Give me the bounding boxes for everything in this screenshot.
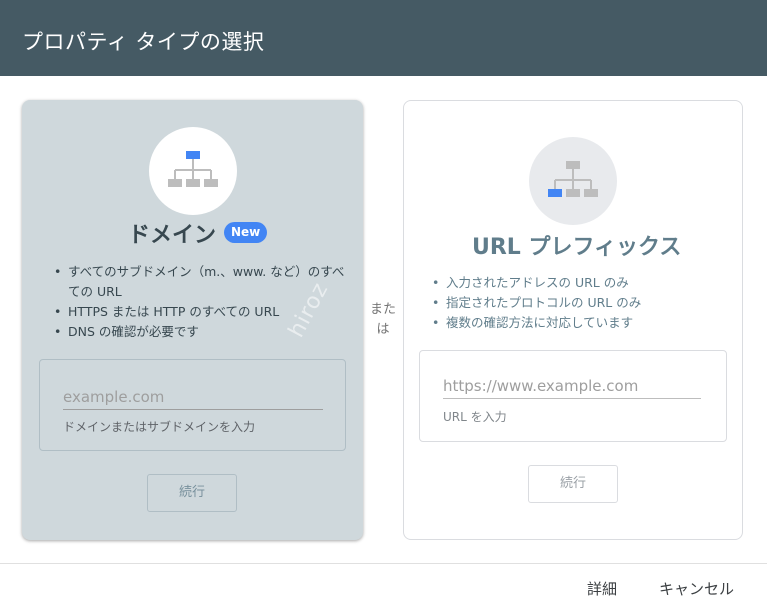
domain-continue-button[interactable]: 続行 bbox=[147, 474, 237, 512]
url-prefix-input[interactable] bbox=[443, 373, 701, 399]
dialog-header: プロパティ タイプの選択 bbox=[0, 0, 767, 76]
cancel-button[interactable]: キャンセル bbox=[659, 578, 734, 599]
url-prefix-sitemap-icon bbox=[529, 137, 617, 225]
url-prefix-input-box: URL を入力 bbox=[419, 350, 727, 442]
list-item: 複数の確認方法に対応しています bbox=[428, 313, 728, 333]
domain-input-help: ドメインまたはサブドメインを入力 bbox=[63, 420, 256, 434]
url-prefix-card[interactable]: URL プレフィックス 入力されたアドレスの URL のみ 指定されたプロトコル… bbox=[403, 100, 743, 540]
url-prefix-input-help: URL を入力 bbox=[443, 410, 507, 424]
domain-input[interactable] bbox=[63, 384, 323, 410]
url-prefix-card-title: URL プレフィックス bbox=[472, 235, 682, 260]
list-item: 入力されたアドレスの URL のみ bbox=[428, 273, 728, 293]
or-separator: または bbox=[369, 302, 396, 337]
details-button[interactable]: 詳細 bbox=[587, 578, 617, 599]
dialog-title: プロパティ タイプの選択 bbox=[22, 30, 265, 54]
list-item: 指定されたプロトコルの URL のみ bbox=[428, 293, 728, 313]
new-badge: New bbox=[224, 222, 268, 243]
domain-sitemap-icon bbox=[149, 127, 237, 215]
domain-card-title: ドメイン bbox=[128, 223, 217, 248]
footer-divider bbox=[0, 563, 767, 564]
url-prefix-feature-list: 入力されたアドレスの URL のみ 指定されたプロトコルの URL のみ 複数の… bbox=[428, 273, 728, 333]
domain-input-box: ドメインまたはサブドメインを入力 bbox=[39, 359, 346, 451]
url-prefix-continue-button[interactable]: 続行 bbox=[528, 465, 618, 503]
property-type-dialog: プロパティ タイプの選択 ドメイン New すべてのサブドメイン（m.、www.… bbox=[0, 0, 767, 616]
